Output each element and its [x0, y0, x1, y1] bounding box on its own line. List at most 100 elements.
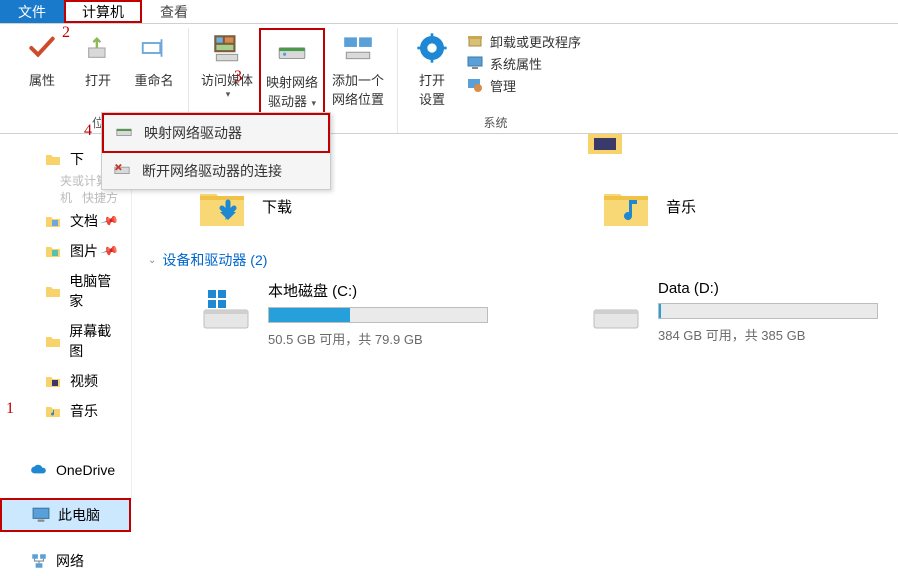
drive-c-usage-bar — [268, 307, 488, 323]
check-icon — [24, 30, 60, 66]
folder-icon — [44, 402, 62, 420]
section-devices-drives[interactable]: ⌄ 设备和驱动器 (2) — [148, 250, 878, 270]
nav-pictures-label: 图片 — [70, 241, 98, 261]
folder-icon — [44, 242, 62, 260]
network-drive-icon — [274, 32, 310, 68]
folder-icon — [44, 372, 62, 390]
nav-this-pc[interactable]: 此电脑 — [0, 498, 131, 532]
folder-icon — [44, 332, 61, 350]
nav-screenshots-label: 屏幕截图 — [69, 321, 123, 361]
nav-this-pc-label: 此电脑 — [58, 505, 100, 525]
drive-c-stat: 50.5 GB 可用，共 79.9 GB — [268, 329, 488, 348]
chevron-down-icon: ⌄ — [148, 255, 156, 266]
map-drive-label-1: 映射网络 — [266, 72, 318, 91]
dropdown-disconnect-label: 断开网络驱动器的连接 — [142, 161, 282, 181]
uninstall-programs-button[interactable]: 卸载或更改程序 — [460, 30, 587, 52]
dropdown-arrow-icon: ▾ — [226, 89, 231, 100]
gear-icon — [414, 30, 450, 66]
drive-d-fill — [659, 304, 661, 318]
videos-folder-tail-icon — [588, 128, 622, 157]
dropdown-map-label: 映射网络驱动器 — [144, 123, 242, 143]
annotation-3: 3 — [234, 68, 242, 86]
local-disk-icon — [588, 280, 644, 336]
uninstall-label: 卸载或更改程序 — [490, 32, 581, 51]
sysprops-label: 系统属性 — [490, 54, 542, 73]
onedrive-icon — [30, 461, 48, 479]
properties-label: 属性 — [29, 70, 55, 89]
nav-videos-label: 视频 — [70, 371, 98, 391]
ribbon-group-network: 访问媒体▾ 映射网络 驱动器 ▾ 映射网络驱动器 — [189, 28, 398, 133]
library-music[interactable]: 音乐 — [602, 182, 696, 230]
tab-view[interactable]: 查看 — [142, 0, 206, 23]
system-properties-button[interactable]: 系统属性 — [460, 52, 587, 74]
drive-c[interactable]: 本地磁盘 (C:) 50.5 GB 可用，共 79.9 GB — [198, 280, 488, 348]
access-media-button[interactable]: 访问媒体▾ — [195, 28, 259, 114]
disconnect-drive-icon — [112, 159, 132, 179]
dropdown-arrow-icon: ▾ — [309, 98, 316, 108]
access-media-label: 访问媒体 — [201, 70, 253, 89]
rename-label: 重命名 — [134, 70, 173, 89]
music-label: 音乐 — [666, 196, 696, 217]
folder-icon — [44, 282, 61, 300]
drive-c-name: 本地磁盘 (C:) — [268, 280, 488, 301]
map-network-drive-button[interactable]: 映射网络 驱动器 ▾ 映射网络驱动器 断开网络驱动器的连接 — [259, 28, 325, 114]
network-drive-icon — [114, 121, 134, 141]
uninstall-icon — [466, 32, 484, 50]
annotation-1: 1 — [6, 400, 14, 418]
group-label-system: 系统 — [484, 114, 508, 133]
nav-network[interactable]: 网络 — [0, 546, 131, 576]
downloads-label: 下载 — [262, 196, 292, 217]
add-netloc-label-2: 网络位置 — [332, 89, 384, 108]
map-drive-dropdown: 映射网络驱动器 断开网络驱动器的连接 — [101, 112, 331, 190]
drive-d-stat: 384 GB 可用，共 385 GB — [658, 325, 878, 344]
tab-file[interactable]: 文件 — [0, 0, 64, 23]
nav-network-label: 网络 — [56, 551, 84, 571]
open-label: 打开 — [85, 70, 111, 89]
add-network-location-icon — [340, 30, 376, 66]
local-disk-icon — [198, 280, 254, 336]
open-settings-button[interactable]: 打开 设置 — [404, 28, 460, 110]
settings-label-2: 设置 — [419, 89, 445, 108]
nav-onedrive[interactable]: OneDrive — [0, 456, 131, 484]
drive-c-fill — [269, 308, 350, 322]
nav-videos[interactable]: 视频 — [0, 366, 131, 396]
rename-button[interactable]: 重命名 — [126, 28, 182, 91]
nav-pcmanager-label: 电脑管家 — [69, 271, 123, 311]
ribbon: 属性 打开 重命名 位 访问媒体▾ — [0, 24, 898, 134]
nav-documents[interactable]: 文档 📌 — [0, 206, 131, 236]
nav-onedrive-label: OneDrive — [56, 462, 115, 478]
nav-music[interactable]: 音乐 — [0, 396, 131, 426]
pin-icon: 📌 — [100, 211, 120, 231]
window-tabs: 文件 计算机 查看 — [0, 0, 898, 24]
annotation-4: 4 — [84, 122, 92, 140]
nav-music-label: 音乐 — [70, 401, 98, 421]
manage-button[interactable]: 管理 — [460, 74, 587, 96]
rename-icon — [136, 30, 172, 66]
ribbon-group-system: 打开 设置 卸载或更改程序 系统属性 管理 系统 — [398, 28, 593, 133]
media-server-icon — [209, 30, 245, 66]
pin-icon: 📌 — [100, 241, 120, 261]
drive-d-name: Data (D:) — [658, 280, 878, 297]
add-network-location-button[interactable]: 添加一个 网络位置 — [325, 28, 391, 114]
annotation-2: 2 — [62, 24, 70, 42]
drive-d[interactable]: Data (D:) 384 GB 可用，共 385 GB — [588, 280, 878, 348]
nav-screenshots[interactable]: 屏幕截图 — [0, 316, 131, 366]
settings-label-1: 打开 — [419, 70, 445, 89]
tab-computer[interactable]: 计算机 — [64, 0, 142, 23]
manage-icon — [466, 76, 484, 94]
open-icon — [80, 30, 116, 66]
folder-icon — [44, 212, 62, 230]
nav-pcmanager[interactable]: 电脑管家 — [0, 266, 131, 316]
manage-label: 管理 — [490, 76, 516, 95]
music-folder-icon — [602, 182, 650, 230]
open-button[interactable]: 打开 — [70, 28, 126, 91]
network-icon — [30, 552, 48, 570]
folder-icon — [44, 150, 62, 168]
dropdown-map-drive[interactable]: 映射网络驱动器 — [102, 113, 330, 153]
nav-pictures[interactable]: 图片 📌 — [0, 236, 131, 266]
dropdown-disconnect-drive[interactable]: 断开网络驱动器的连接 — [102, 153, 330, 189]
drives-row: 本地磁盘 (C:) 50.5 GB 可用，共 79.9 GB Data (D:)… — [152, 280, 878, 348]
map-drive-label-2: 驱动器 — [268, 94, 307, 109]
section-label: 设备和驱动器 (2) — [162, 250, 267, 270]
nav-documents-label: 文档 — [70, 211, 98, 231]
